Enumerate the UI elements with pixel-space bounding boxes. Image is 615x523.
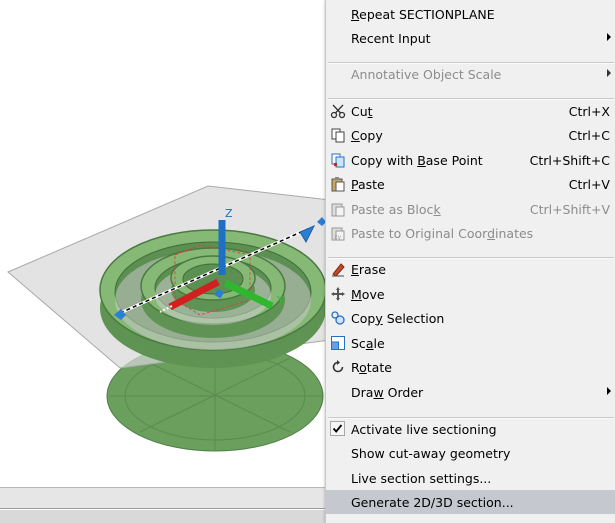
menu-item-label: Live section settings... bbox=[351, 470, 492, 486]
checkmark-icon bbox=[330, 421, 345, 436]
move-icon bbox=[330, 286, 346, 302]
paste-original-icon: xy bbox=[330, 225, 346, 241]
menu-item-label: Paste as Block bbox=[351, 201, 441, 217]
menu-item-recent-input[interactable]: Recent Input bbox=[326, 26, 615, 50]
menu-item-paste[interactable]: Paste Ctrl+V bbox=[326, 172, 615, 196]
submenu-arrow-icon bbox=[607, 69, 611, 77]
model-scene: Z Y bbox=[7, 185, 330, 452]
menu-item-activate-live-sectioning[interactable]: Activate live sectioning bbox=[326, 417, 615, 441]
menu-item-label: Scale bbox=[351, 335, 385, 351]
menu-item-show-cut-away-geometry[interactable]: Show cut-away geometry bbox=[326, 441, 615, 465]
svg-text:xy: xy bbox=[334, 234, 342, 241]
menu-item-label: Paste to Original Coordinates bbox=[351, 225, 534, 241]
menu-item-label: Annotative Object Scale bbox=[351, 66, 502, 82]
menu-item-label: Copy Selection bbox=[351, 310, 445, 326]
menu-item-live-section-settings[interactable]: Live section settings... bbox=[326, 466, 615, 490]
copy-icon bbox=[330, 127, 346, 143]
menu-item-copy-with-base-point[interactable]: Copy with Base Point Ctrl+Shift+C bbox=[326, 148, 615, 172]
menu-item-draw-order[interactable]: Draw Order bbox=[326, 380, 615, 404]
axis-y-label: Y bbox=[276, 294, 284, 307]
scale-icon bbox=[330, 335, 346, 351]
menu-item-label: Show cut-away geometry bbox=[351, 445, 511, 461]
menu-item-repeat-sectionplane[interactable]: Repeat SECTIONPLANE bbox=[326, 2, 615, 26]
submenu-arrow-icon bbox=[607, 387, 611, 395]
menu-item-rotate[interactable]: Rotate bbox=[326, 355, 615, 379]
menu-item-label: Copy bbox=[351, 127, 383, 143]
rotate-icon bbox=[330, 359, 346, 375]
submenu-arrow-icon bbox=[607, 33, 611, 41]
menu-item-label: Generate 2D/3D section... bbox=[351, 494, 514, 510]
menu-item-annotative-object-scale[interactable]: Annotative Object Scale bbox=[326, 62, 615, 86]
menu-item-scale[interactable]: Scale bbox=[326, 331, 615, 355]
menu-item-copy[interactable]: Copy Ctrl+C bbox=[326, 123, 615, 147]
menu-item-generate-2d-3d-section[interactable]: Generate 2D/3D section... bbox=[326, 490, 615, 514]
context-menu: Repeat SECTIONPLANE Recent Input Annotativ… bbox=[325, 0, 615, 523]
menu-item-shortcut: Ctrl+X bbox=[568, 103, 610, 119]
menu-item-label: Move bbox=[351, 286, 385, 302]
menu-item-label: Rotate bbox=[351, 359, 392, 375]
eraser-icon bbox=[330, 261, 346, 277]
axis-z-label: Z bbox=[225, 207, 233, 220]
menu-item-cut[interactable]: Cut Ctrl+X bbox=[326, 99, 615, 123]
menu-item-label: Erase bbox=[351, 261, 386, 277]
menu-item-label: Paste bbox=[351, 176, 385, 192]
menu-item-copy-selection[interactable]: Copy Selection bbox=[326, 306, 615, 330]
menu-item-paste-as-block[interactable]: Paste as Block Ctrl+Shift+V bbox=[326, 197, 615, 221]
menu-item-paste-to-original-coordinates[interactable]: xy Paste to Original Coordinates bbox=[326, 221, 615, 245]
menu-item-label: Activate live sectioning bbox=[351, 421, 497, 437]
menu-item-shortcut: Ctrl+V bbox=[568, 176, 610, 192]
paste-block-icon bbox=[330, 201, 346, 217]
menu-item-move[interactable]: Move bbox=[326, 282, 615, 306]
menu-item-label: Recent Input bbox=[351, 30, 431, 46]
copy-base-point-icon bbox=[330, 152, 346, 168]
menu-item-erase[interactable]: Erase bbox=[326, 257, 615, 281]
menu-item-shortcut: Ctrl+Shift+C bbox=[529, 152, 610, 168]
menu-item-label: Copy with Base Point bbox=[351, 152, 483, 168]
scissors-icon bbox=[330, 103, 346, 119]
menu-item-label: Draw Order bbox=[351, 384, 424, 400]
copy-selection-icon bbox=[330, 310, 346, 326]
command-line-strip bbox=[0, 510, 330, 523]
menu-item-label: Cut bbox=[351, 103, 373, 119]
menu-item-shortcut: Ctrl+Shift+V bbox=[529, 201, 610, 217]
menu-item-label: Repeat SECTIONPLANE bbox=[351, 6, 495, 22]
menu-item-shortcut: Ctrl+C bbox=[568, 127, 610, 143]
status-bar bbox=[0, 487, 330, 509]
paste-icon bbox=[330, 176, 346, 192]
